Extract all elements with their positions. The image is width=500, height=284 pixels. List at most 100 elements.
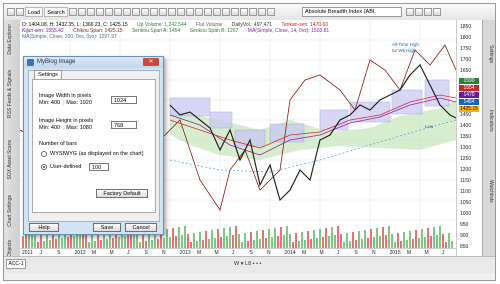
volume-bar: [448, 233, 450, 248]
bottom-bar: ACC-1 W ▾ L8 • • •: [4, 256, 495, 273]
volume-bar: [112, 238, 114, 248]
lock-icon[interactable]: [212, 8, 221, 16]
options-icon[interactable]: [424, 8, 432, 16]
arrow-right-icon[interactable]: [77, 8, 86, 16]
volume-bar: [286, 226, 288, 248]
volume-bar: [265, 238, 267, 248]
volume-bar: [424, 237, 426, 248]
settings-icon[interactable]: [248, 8, 257, 16]
price-axis: 1850180017501700165016001550150014501400…: [456, 20, 483, 272]
volume-bar: [28, 235, 30, 248]
side-tab-scans[interactable]: SOX Asset Scans: [7, 140, 16, 179]
y-tick-label: 1250: [460, 156, 472, 162]
right-tab-settings[interactable]: Settings: [485, 45, 494, 63]
volume-bar: [118, 237, 120, 248]
volume-bar: [172, 228, 174, 248]
close-icon[interactable]: ✕: [143, 58, 159, 66]
share-icon[interactable]: [239, 8, 248, 16]
price-badge-3: 1470: [459, 92, 479, 98]
user-defined-radio[interactable]: [41, 164, 47, 170]
line-icon[interactable]: [122, 8, 131, 16]
search-button[interactable]: Search: [44, 7, 68, 17]
volume-bar: [370, 229, 372, 248]
volume-bar: [40, 233, 42, 248]
crosshair-icon[interactable]: [185, 8, 194, 16]
volume-bar: [295, 233, 297, 248]
volume-bar: [382, 227, 384, 248]
y-tick-label: 1100: [460, 189, 471, 195]
candle-icon[interactable]: [104, 8, 113, 16]
load-button[interactable]: Load: [25, 7, 44, 17]
bars-input[interactable]: 100: [89, 163, 109, 171]
tab-settings[interactable]: Settings: [34, 70, 62, 79]
add-icon[interactable]: [406, 8, 414, 16]
help-icon[interactable]: [433, 8, 441, 16]
trend-icon[interactable]: [176, 8, 185, 16]
fib-icon[interactable]: [158, 8, 167, 16]
pen-icon[interactable]: [131, 8, 140, 16]
volume-bar: [439, 226, 441, 248]
legend-row-3: MA(Simple, Close, 200, 0vs, 0vs): 1297.9…: [22, 34, 117, 40]
volume-bar: [352, 232, 354, 248]
y-tick-label: 1200: [460, 167, 472, 173]
camera-icon[interactable]: [230, 8, 239, 16]
y-tick-label: 900: [460, 233, 469, 239]
user-defined-label: User-defined: [50, 164, 82, 170]
height-input[interactable]: 768: [111, 121, 137, 129]
volume-bar: [307, 231, 309, 248]
layout-icon[interactable]: [257, 8, 266, 16]
volume-bar: [328, 236, 330, 248]
magnet-icon[interactable]: [194, 8, 203, 16]
volume-bar: [415, 230, 417, 248]
save-button[interactable]: Save: [93, 223, 121, 232]
text-icon[interactable]: [140, 8, 149, 16]
wysiwyg-label: WYSIWYG (as displayed on the chart): [50, 151, 144, 157]
remove-icon[interactable]: [415, 8, 423, 16]
settings-panel: Image Width in pixels Min: 400 ; Max: 19…: [32, 79, 156, 213]
cancel-button[interactable]: Cancel: [125, 223, 157, 232]
right-tab-watchlists[interactable]: Watchlists: [485, 180, 494, 203]
dialog-title-bar[interactable]: MyBlog Image ✕: [24, 57, 163, 68]
zoom-out-icon[interactable]: [95, 8, 104, 16]
grid-icon[interactable]: [16, 8, 24, 16]
volume-bar: [214, 238, 216, 248]
volume-bar: [412, 239, 414, 248]
volume-bar: [403, 232, 405, 248]
width-input[interactable]: 1024: [111, 96, 137, 104]
volume-bar: [358, 231, 360, 248]
side-tab-rss[interactable]: RSS Feeds & Signals: [7, 70, 16, 118]
volume-bar: [247, 241, 249, 248]
volume-bar: [169, 237, 171, 248]
help-button[interactable]: Help: [29, 223, 59, 232]
account-tab[interactable]: ACC-1: [6, 259, 26, 269]
volume-bar: [451, 241, 453, 248]
window-icon[interactable]: [266, 8, 275, 16]
print-icon[interactable]: [221, 8, 230, 16]
y-tick-label: 1650: [460, 68, 472, 74]
side-tab-chart-settings[interactable]: Chart Settings: [7, 195, 16, 227]
bar-icon[interactable]: [113, 8, 122, 16]
volume-bar: [349, 241, 351, 248]
ruler-icon[interactable]: [149, 8, 158, 16]
volume-bar: [262, 230, 264, 248]
factory-default-button[interactable]: Factory Default: [96, 189, 148, 198]
wysiwyg-radio[interactable]: [41, 151, 47, 157]
y-tick-label: 1400: [460, 123, 472, 129]
side-tab-data-explorer[interactable]: Data Explorer: [7, 24, 16, 55]
price-badge-2: 1554: [459, 85, 479, 91]
volume-bar: [199, 232, 201, 248]
indicator-select[interactable]: Absolute Breadth Index (ABI: [302, 7, 402, 17]
app-icon: [27, 59, 34, 66]
bottom-tools[interactable]: W ▾ L8 • • •: [234, 261, 262, 267]
volume-bar: [304, 240, 306, 248]
arrow-left-icon[interactable]: [68, 8, 77, 16]
myblog-image-dialog: MyBlog Image ✕ Settings Image Width in p…: [23, 56, 164, 235]
volume-bar: [220, 237, 222, 248]
right-tab-indicators[interactable]: Indicators: [485, 110, 494, 132]
volume-bar: [397, 233, 399, 248]
zoom-in-icon[interactable]: [86, 8, 95, 16]
price-badge-4: 1454: [459, 99, 479, 105]
eraser-icon[interactable]: [203, 8, 212, 16]
menu-icon[interactable]: [7, 8, 15, 16]
channel-icon[interactable]: [167, 8, 176, 16]
